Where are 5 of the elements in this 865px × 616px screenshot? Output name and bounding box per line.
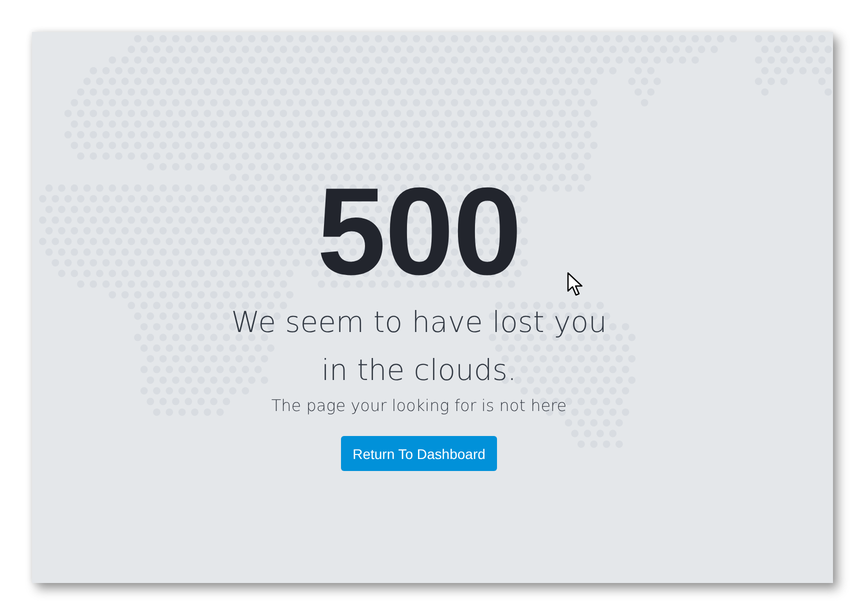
error-message: The page your looking for is not here bbox=[271, 395, 567, 417]
cursor-icon bbox=[567, 272, 584, 297]
return-to-dashboard-button[interactable]: Return To Dashboard bbox=[340, 436, 498, 471]
error-code: 500 bbox=[317, 170, 521, 294]
error-headline: We seem to have lost you in the clouds. bbox=[230, 304, 608, 389]
